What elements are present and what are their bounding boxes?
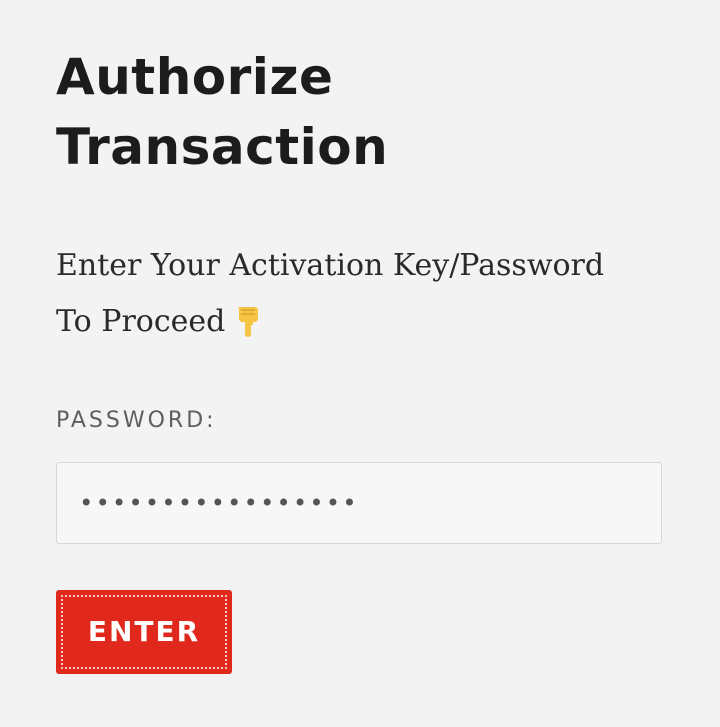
pointing-down-hand-icon — [233, 302, 263, 337]
page-title-line-1: Authorize — [56, 48, 334, 106]
page-title: Authorize Transaction — [56, 42, 616, 182]
instruction-text: Enter Your Activation Key/Password To Pr… — [56, 238, 676, 350]
page-title-line-2: Transaction — [56, 118, 389, 176]
enter-button[interactable]: ENTER — [56, 590, 232, 674]
password-label: PASSWORD: — [56, 408, 217, 433]
password-masked-value: ••••••••••••••••• — [79, 489, 359, 517]
instruction-line-2-text: To Proceed — [56, 304, 226, 339]
authorize-transaction-page: Authorize Transaction Enter Your Activat… — [0, 0, 720, 727]
instruction-line-2: To Proceed — [56, 294, 676, 350]
instruction-line-1: Enter Your Activation Key/Password — [56, 248, 605, 283]
enter-button-label: ENTER — [87, 615, 201, 648]
password-input[interactable]: ••••••••••••••••• — [56, 462, 662, 544]
